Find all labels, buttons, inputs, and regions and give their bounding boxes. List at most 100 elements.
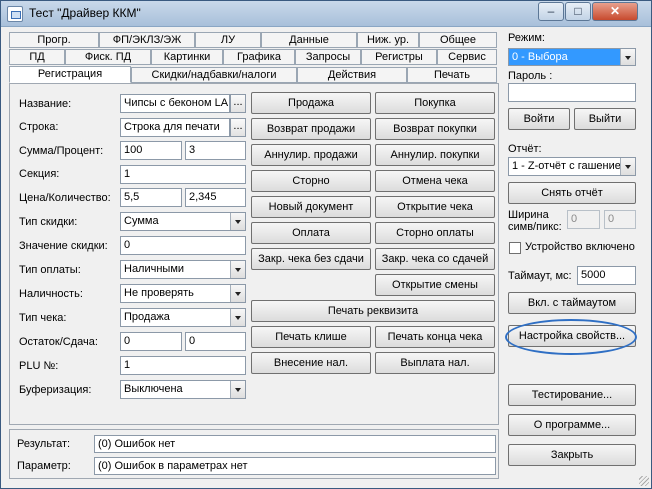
close-window-button[interactable]: ✕ xyxy=(592,2,638,21)
cash-value: Не проверять xyxy=(124,287,194,299)
width-pixels-input[interactable]: 0 xyxy=(604,210,636,229)
login-button[interactable]: Войти xyxy=(508,108,570,130)
name-input[interactable]: Чипсы с беконом LA xyxy=(120,94,230,113)
tab-pd[interactable]: ПД xyxy=(9,49,65,65)
discount-value-input[interactable]: 0 xyxy=(120,236,246,255)
annul-purchase-button[interactable]: Аннулир. покупки xyxy=(375,144,495,166)
section-label: Секция: xyxy=(19,168,60,180)
percent-input[interactable]: 3 xyxy=(185,141,246,160)
mode-select[interactable]: 0 - Выбора xyxy=(508,48,636,66)
report-select[interactable]: 1 - Z-отчёт с гашение xyxy=(508,157,636,176)
discount-type-select[interactable]: Сумма xyxy=(120,212,246,231)
quantity-input[interactable]: 2,345 xyxy=(185,188,246,207)
highlight-ellipse xyxy=(505,319,637,355)
payment-type-value: Наличными xyxy=(124,263,185,275)
maximize-button[interactable]: □ xyxy=(565,2,591,21)
new-document-button[interactable]: Новый документ xyxy=(251,196,371,218)
receipt-type-select[interactable]: Продажа xyxy=(120,308,246,327)
timeout-input[interactable]: 5000 xyxy=(577,266,636,285)
discount-type-label: Тип скидки: xyxy=(19,216,78,228)
annul-sale-button[interactable]: Аннулир. продажи xyxy=(251,144,371,166)
string-browse-button[interactable]: ... xyxy=(230,118,246,137)
buffering-value: Выключена xyxy=(124,383,183,395)
tab-discounts[interactable]: Скидки/надбавки/налоги xyxy=(131,67,297,83)
payment-type-label: Тип оплаты: xyxy=(19,264,81,276)
tab-registration[interactable]: Регистрация xyxy=(9,66,131,83)
window-title: Тест "Драйвер ККМ" xyxy=(29,6,141,20)
plu-input[interactable]: 1 xyxy=(120,356,246,375)
tab-pictures[interactable]: Картинки xyxy=(151,49,223,65)
cash-out-button[interactable]: Выплата нал. xyxy=(375,352,495,374)
tab-registers[interactable]: Регистры xyxy=(361,49,437,65)
section-input[interactable]: 1 xyxy=(120,165,246,184)
sale-button[interactable]: Продажа xyxy=(251,92,371,114)
return-purchase-button[interactable]: Возврат покупки xyxy=(375,118,495,140)
print-footer-button[interactable]: Печать конца чека xyxy=(375,326,495,348)
chevron-down-icon[interactable] xyxy=(620,158,635,175)
change-input[interactable]: 0 xyxy=(185,332,246,351)
sum-label: Сумма/Процент: xyxy=(19,145,104,157)
chevron-down-icon[interactable] xyxy=(620,49,635,65)
chevron-down-icon[interactable] xyxy=(230,309,245,326)
mode-label: Режим: xyxy=(508,32,545,44)
purchase-button[interactable]: Покупка xyxy=(375,92,495,114)
print-header-button[interactable]: Печать клише xyxy=(251,326,371,348)
password-input[interactable] xyxy=(508,83,636,102)
receipt-type-value: Продажа xyxy=(124,311,170,323)
close-button[interactable]: Закрыть xyxy=(508,444,636,466)
take-report-button[interactable]: Снять отчёт xyxy=(508,182,636,204)
open-check-button[interactable]: Открытие чека xyxy=(375,196,495,218)
tab-low-level[interactable]: Ниж. ур. xyxy=(357,32,419,48)
storno-button[interactable]: Сторно xyxy=(251,170,371,192)
payment-button[interactable]: Оплата xyxy=(251,222,371,244)
tab-general[interactable]: Общее xyxy=(419,32,497,48)
resize-grip-icon[interactable] xyxy=(639,476,649,486)
minimize-button[interactable]: – xyxy=(538,2,564,21)
receipt-type-label: Тип чека: xyxy=(19,312,67,324)
testing-button[interactable]: Тестирование... xyxy=(508,384,636,406)
enable-timeout-button[interactable]: Вкл. с таймаутом xyxy=(508,292,636,314)
buffering-select[interactable]: Выключена xyxy=(120,380,246,399)
tab-progr[interactable]: Прогр. xyxy=(9,32,99,48)
storno-payment-button[interactable]: Сторно оплаты xyxy=(375,222,495,244)
width-symbols-input[interactable]: 0 xyxy=(567,210,600,229)
print-requisite-button[interactable]: Печать реквизита xyxy=(251,300,495,322)
sum-input[interactable]: 100 xyxy=(120,141,182,160)
device-enabled-checkbox[interactable] xyxy=(509,242,521,254)
tab-graphics[interactable]: Графика xyxy=(223,49,295,65)
logout-button[interactable]: Выйти xyxy=(574,108,636,130)
tab-requests[interactable]: Запросы xyxy=(295,49,361,65)
password-label: Пароль : xyxy=(508,70,553,82)
chevron-down-icon[interactable] xyxy=(230,261,245,278)
chevron-down-icon[interactable] xyxy=(230,285,245,302)
close-with-change-button[interactable]: Закр. чека со сдачей xyxy=(375,248,495,270)
report-label: Отчёт: xyxy=(508,143,542,155)
chevron-down-icon[interactable] xyxy=(230,213,245,230)
tab-print[interactable]: Печать xyxy=(407,67,497,83)
about-button[interactable]: О программе... xyxy=(508,414,636,436)
string-input[interactable]: Строка для печати xyxy=(120,118,230,137)
tab-data[interactable]: Данные xyxy=(261,32,357,48)
cash-label: Наличность: xyxy=(19,288,83,300)
tab-fp-eklz[interactable]: ФП/ЭКЛЗ/ЭЖ xyxy=(99,32,195,48)
mode-value: 0 - Выбора xyxy=(512,51,568,63)
payment-type-select[interactable]: Наличными xyxy=(120,260,246,279)
cash-in-button[interactable]: Внесение нал. xyxy=(251,352,371,374)
remainder-input[interactable]: 0 xyxy=(120,332,182,351)
price-input[interactable]: 5,5 xyxy=(120,188,182,207)
cancel-check-button[interactable]: Отмена чека xyxy=(375,170,495,192)
timeout-label: Таймаут, мс: xyxy=(508,270,572,282)
plu-label: PLU №: xyxy=(19,360,59,372)
tab-lu[interactable]: ЛУ xyxy=(195,32,261,48)
tab-service[interactable]: Сервис xyxy=(437,49,497,65)
open-shift-button[interactable]: Открытие смены xyxy=(375,274,495,296)
tab-fisc-pd[interactable]: Фиск. ПД xyxy=(65,49,151,65)
name-browse-button[interactable]: ... xyxy=(230,94,246,113)
param-output: (0) Ошибок в параметрах нет xyxy=(94,457,496,475)
app-window: Тест "Драйвер ККМ" – □ ✕ Прогр. ФП/ЭКЛЗ/… xyxy=(0,0,652,489)
close-no-change-button[interactable]: Закр. чека без сдачи xyxy=(251,248,371,270)
cash-select[interactable]: Не проверять xyxy=(120,284,246,303)
return-sale-button[interactable]: Возврат продажи xyxy=(251,118,371,140)
tab-actions[interactable]: Действия xyxy=(297,67,407,83)
chevron-down-icon[interactable] xyxy=(230,381,245,398)
